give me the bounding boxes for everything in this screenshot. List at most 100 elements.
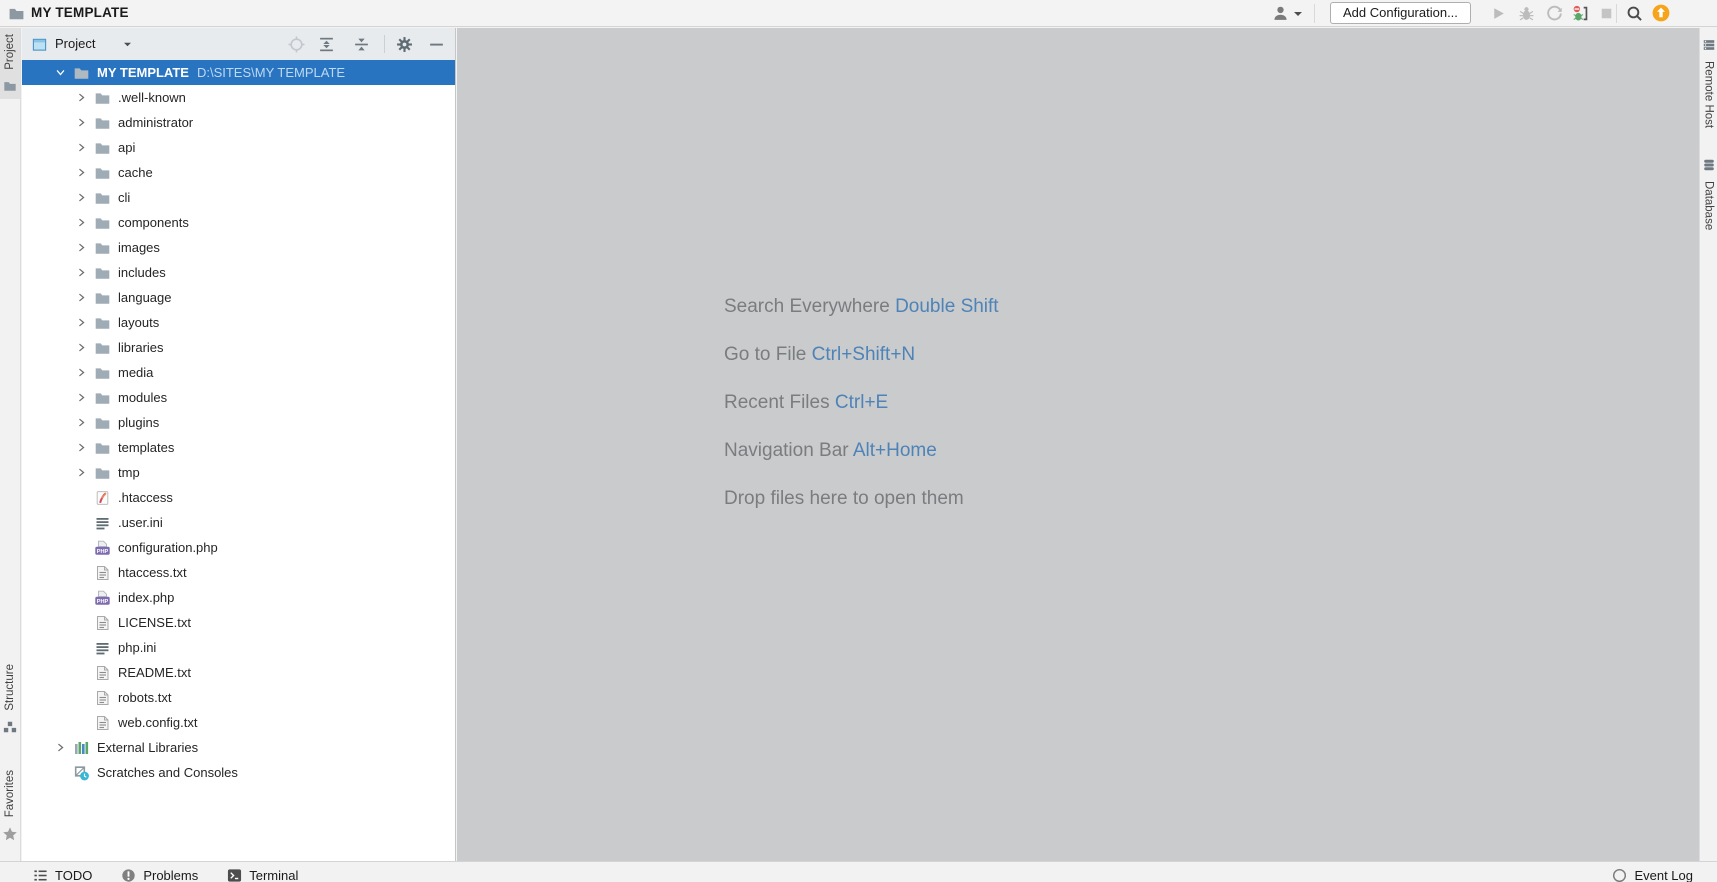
tree-row-robots-txt[interactable]: robots.txt: [22, 685, 455, 710]
project-folder-icon: [8, 5, 25, 22]
tree-item-label: .htaccess: [118, 490, 173, 505]
tree-item-label: language: [118, 290, 172, 305]
event-log-button[interactable]: Event Log: [1612, 862, 1693, 882]
tree-row-images[interactable]: images: [22, 235, 455, 260]
svg-text:PHP: PHP: [97, 549, 109, 555]
problems-button[interactable]: Problems: [121, 868, 198, 882]
window-title: MY TEMPLATE: [31, 5, 129, 20]
tree-row-plugins[interactable]: plugins: [22, 410, 455, 435]
stripe-button-remote-host[interactable]: Remote Host: [1700, 32, 1717, 134]
chevron-closed-icon[interactable]: [73, 215, 89, 231]
tree-item-label: plugins: [118, 415, 160, 430]
tree-row-well-known[interactable]: .well-known: [22, 85, 455, 110]
hint-label: Search Everywhere: [724, 296, 890, 317]
tree-item-label: cli: [118, 190, 131, 205]
chevron-closed-icon[interactable]: [73, 315, 89, 331]
shortcut-hints: Search Everywhere Double Shift Go to File…: [724, 295, 999, 535]
locate-file-icon[interactable]: [288, 36, 305, 53]
tree-row-web-config-txt[interactable]: web.config.txt: [22, 710, 455, 735]
todo-button[interactable]: TODO: [33, 868, 92, 882]
chevron-closed-icon[interactable]: [73, 240, 89, 256]
tree-row-index-php[interactable]: PHP index.php: [22, 585, 455, 610]
tree-row-cache[interactable]: cache: [22, 160, 455, 185]
tree-row-libraries[interactable]: libraries: [22, 335, 455, 360]
stripe-button-favorites[interactable]: Favorites: [0, 764, 20, 848]
chevron-closed-icon[interactable]: [73, 190, 89, 206]
tree-row-my-template[interactable]: MY TEMPLATE D:\SITES\MY TEMPLATE: [22, 60, 455, 85]
tree-item-label: configuration.php: [118, 540, 218, 555]
debug-icon[interactable]: [1518, 5, 1535, 22]
tree-row-media[interactable]: media: [22, 360, 455, 385]
chevron-closed-icon[interactable]: [73, 440, 89, 456]
tree-row-templates[interactable]: templates: [22, 435, 455, 460]
chevron-closed-icon[interactable]: [73, 365, 89, 381]
terminal-button[interactable]: Terminal: [227, 868, 298, 882]
chevron-closed-icon[interactable]: [73, 265, 89, 281]
remote-host-icon: [1702, 38, 1716, 52]
folder-icon: [73, 65, 90, 81]
tree-row-scratches-and-consoles[interactable]: Scratches and Consoles: [22, 760, 455, 785]
tree-row-htaccess-txt[interactable]: htaccess.txt: [22, 560, 455, 585]
stripe-button-structure[interactable]: Structure: [0, 658, 20, 740]
chevron-closed-icon[interactable]: [73, 340, 89, 356]
tree-row-layouts[interactable]: layouts: [22, 310, 455, 335]
tree-row-includes[interactable]: includes: [22, 260, 455, 285]
chevron-closed-icon[interactable]: [73, 390, 89, 406]
stripe-button-database[interactable]: Database: [1700, 152, 1717, 236]
settings-gear-icon[interactable]: [396, 36, 413, 53]
user-account-icon[interactable]: [1272, 5, 1289, 22]
stripe-label-project: Project: [4, 34, 16, 70]
ide-update-icon[interactable]: [1652, 4, 1670, 22]
hide-panel-icon[interactable]: [428, 36, 445, 53]
tree-row-api[interactable]: api: [22, 135, 455, 160]
editor-empty-area: Search Everywhere Double Shift Go to File…: [457, 28, 1699, 861]
scratches-icon: [73, 765, 90, 781]
tree-row-modules[interactable]: modules: [22, 385, 455, 410]
view-selector-caret-icon[interactable]: [123, 41, 132, 48]
collapse-all-icon[interactable]: [353, 36, 370, 53]
add-configuration-button[interactable]: Add Configuration...: [1330, 2, 1471, 24]
chevron-closed-icon[interactable]: [73, 465, 89, 481]
search-everywhere-icon[interactable]: [1626, 5, 1643, 22]
tree-row-tmp[interactable]: tmp: [22, 460, 455, 485]
chevron-closed-icon[interactable]: [73, 290, 89, 306]
attach-to-process-icon[interactable]: [1572, 5, 1589, 22]
tree-row-language[interactable]: language: [22, 285, 455, 310]
chevron-closed-icon[interactable]: [52, 740, 68, 756]
tree-item-label: robots.txt: [118, 690, 172, 705]
stop-icon[interactable]: [1598, 5, 1615, 22]
chevron-closed-icon[interactable]: [73, 90, 89, 106]
chevron-closed-icon[interactable]: [73, 115, 89, 131]
tree-row-cli[interactable]: cli: [22, 185, 455, 210]
statusbar-item-label: Problems: [143, 867, 199, 882]
tree-row-license-txt[interactable]: LICENSE.txt: [22, 610, 455, 635]
tree-item-label: modules: [118, 390, 168, 405]
tree-row-administrator[interactable]: administrator: [22, 110, 455, 135]
tree-item-label: php.ini: [118, 640, 157, 655]
chevron-open-icon[interactable]: [52, 65, 68, 81]
run-with-coverage-icon[interactable]: [1546, 5, 1563, 22]
tree-row-configuration-php[interactable]: PHP configuration.php: [22, 535, 455, 560]
tree-item-path: D:\SITES\MY TEMPLATE: [196, 65, 346, 80]
tree-row-components[interactable]: components: [22, 210, 455, 235]
toolbar-divider: [1616, 4, 1617, 23]
run-icon[interactable]: [1490, 5, 1507, 22]
user-dropdown-caret-icon[interactable]: [1293, 10, 1303, 18]
chevron-closed-icon[interactable]: [73, 165, 89, 181]
chevron-closed-icon[interactable]: [73, 140, 89, 156]
external-libs-icon: [73, 740, 90, 756]
tree-row-php-ini[interactable]: php.ini: [22, 635, 455, 660]
tree-row-user-ini[interactable]: .user.ini: [22, 510, 455, 535]
expand-all-icon[interactable]: [318, 36, 335, 53]
chevron-closed-icon[interactable]: [73, 415, 89, 431]
tree-row-external-libraries[interactable]: External Libraries: [22, 735, 455, 760]
statusbar-left-group: TODO Problems Terminal: [0, 868, 298, 882]
stripe-button-project[interactable]: Project: [0, 28, 20, 99]
tree-row-htaccess[interactable]: .htaccess: [22, 485, 455, 510]
view-selector[interactable]: Project: [55, 28, 95, 60]
apache-icon: [94, 490, 111, 506]
tree-row-readme-txt[interactable]: README.txt: [22, 660, 455, 685]
database-icon: [1702, 158, 1716, 172]
folder-icon: [94, 415, 111, 431]
